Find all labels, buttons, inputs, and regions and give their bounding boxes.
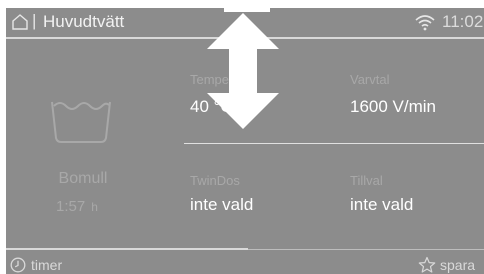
- program-duration: 1:57 h: [56, 198, 98, 215]
- options-label: Tillval: [350, 173, 383, 188]
- header-separator: |: [32, 11, 37, 30]
- spin-speed-label: Varvtal: [350, 72, 390, 87]
- duration-unit: h: [91, 200, 98, 214]
- vertical-double-arrow-icon: [207, 13, 279, 129]
- settings-divider: [184, 143, 484, 144]
- home-icon[interactable]: [11, 13, 29, 31]
- wifi-icon: [415, 15, 435, 31]
- footer-divider-right: [248, 249, 484, 250]
- twindos-value: inte vald: [190, 195, 254, 214]
- save-label: spara: [440, 257, 476, 273]
- footer-divider-left: [6, 248, 248, 250]
- clock-icon: [10, 257, 26, 273]
- clock: 11:02: [442, 12, 484, 31]
- page-title: Huvudtvätt: [43, 12, 125, 31]
- wash-tub-icon: [51, 101, 111, 143]
- spin-speed-value: 1600 V/min: [350, 97, 436, 116]
- star-icon: [418, 256, 436, 273]
- twindos-label: TwinDos: [190, 173, 240, 188]
- timer-label: timer: [31, 257, 63, 273]
- program-name: Bomull: [58, 170, 108, 187]
- duration-value: 1:57: [56, 198, 86, 215]
- options-value: inte vald: [350, 195, 414, 214]
